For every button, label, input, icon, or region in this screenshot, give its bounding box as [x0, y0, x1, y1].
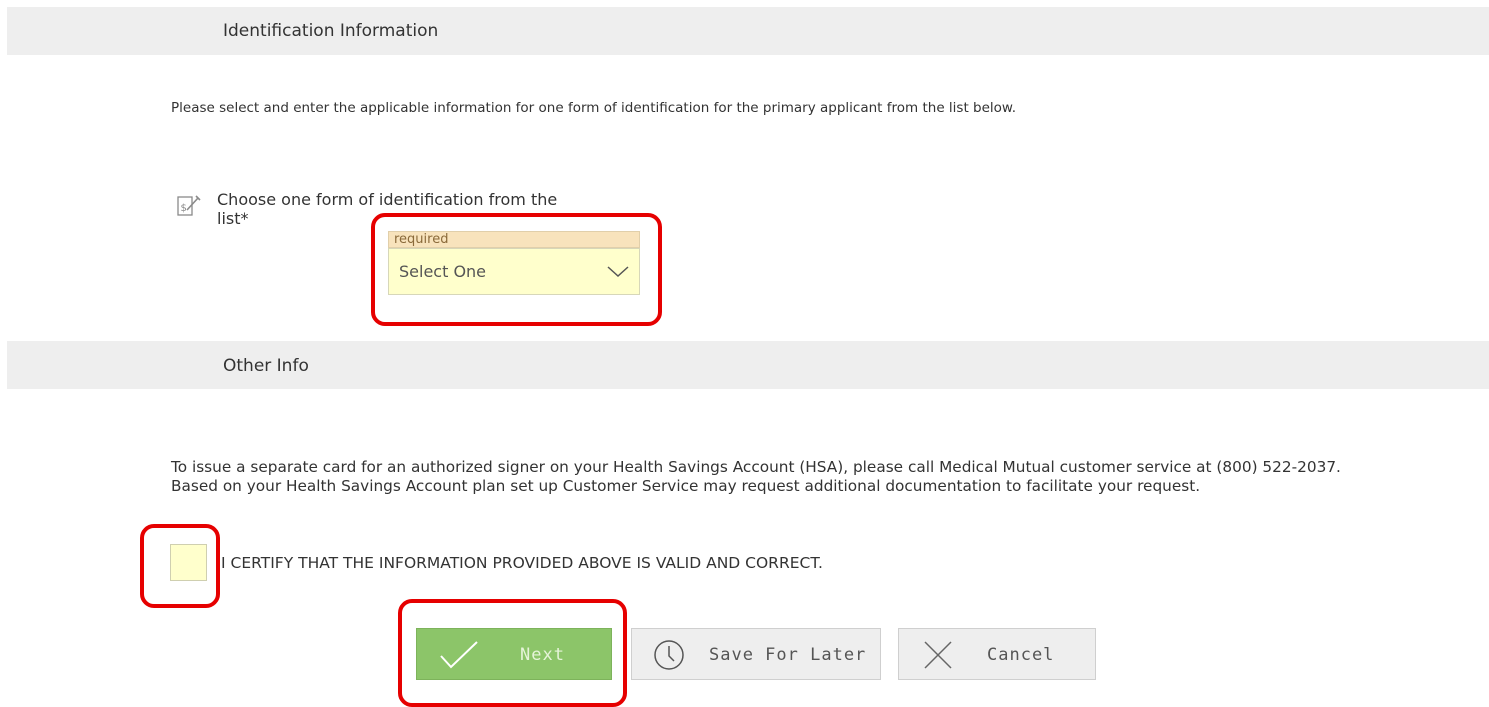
section-header-identification: Identification Information	[7, 7, 1489, 55]
hsa-info-text: To issue a separate card for an authoriz…	[171, 458, 1341, 495]
form-edit-icon: $	[176, 193, 202, 219]
save-label: Save For Later	[709, 645, 867, 665]
highlight-next	[398, 599, 627, 707]
intro-text: Please select and enter the applicable i…	[171, 100, 1017, 116]
save-for-later-button[interactable]: Save For Later	[631, 628, 881, 680]
clock-icon	[654, 640, 684, 670]
highlight-select	[371, 213, 662, 326]
section-header-other-info: Other Info	[7, 341, 1489, 389]
close-icon	[924, 641, 952, 669]
highlight-checkbox	[140, 524, 220, 608]
certify-label: I CERTIFY THAT THE INFORMATION PROVIDED …	[221, 554, 823, 572]
section-title: Other Info	[223, 356, 309, 376]
cancel-label: Cancel	[987, 645, 1055, 665]
svg-text:$: $	[181, 203, 187, 214]
cancel-button[interactable]: Cancel	[898, 628, 1096, 680]
section-title: Identification Information	[223, 21, 439, 41]
